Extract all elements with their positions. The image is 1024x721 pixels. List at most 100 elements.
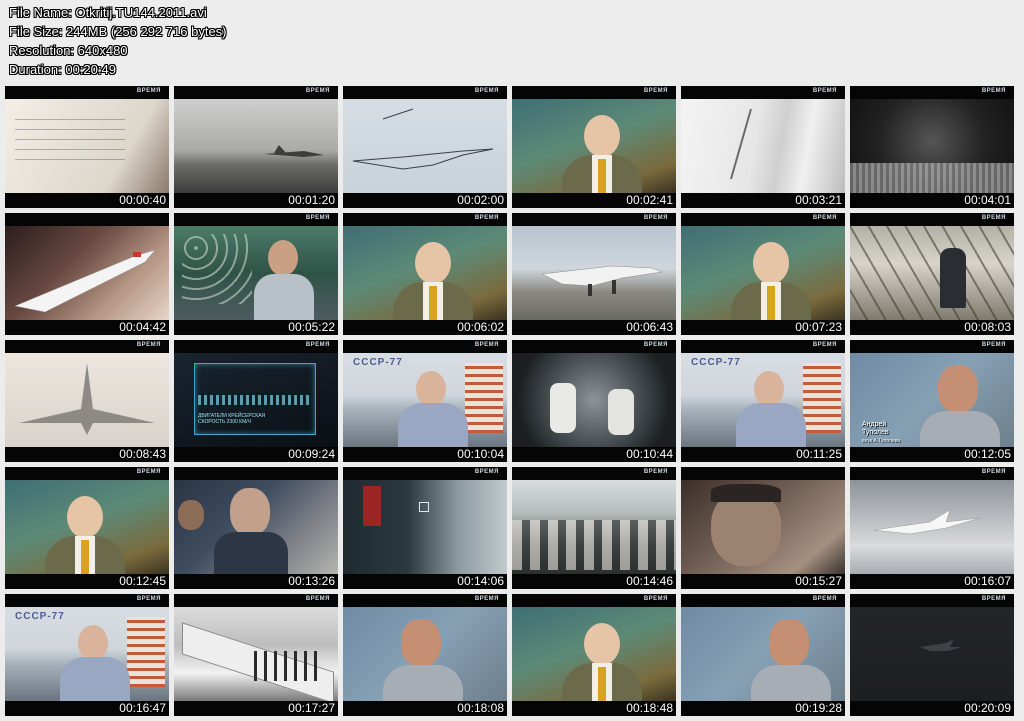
- thumbnail-15[interactable]: СССР-77 ВРЕМЯ 00:10:04: [343, 340, 507, 462]
- thumbnail-30[interactable]: ВРЕМЯ 00:20:09: [850, 594, 1014, 716]
- channel-logo: ВРЕМЯ: [305, 88, 330, 94]
- aircraft-sketch: [352, 108, 494, 170]
- timestamp: 00:18:48: [626, 701, 673, 715]
- channel-logo: ВРЕМЯ: [981, 88, 1006, 94]
- thumbnail-27[interactable]: ВРЕМЯ 00:18:08: [343, 594, 507, 716]
- thumbnail-14[interactable]: ДВИГАТЕЛИ КРЕЙСЕРСКАЯ СКОРОСТЬ 2300 КМ/Ч…: [174, 340, 338, 462]
- timestamp: 00:10:04: [457, 447, 504, 461]
- caption-subtitle: внук А.Туполева: [862, 438, 900, 444]
- frame-image: [174, 480, 338, 574]
- frame-image: [681, 480, 845, 574]
- thumbnail-11[interactable]: ВРЕМЯ 00:07:23: [681, 213, 845, 335]
- interviewee-figure: [393, 236, 473, 320]
- timestamp: 00:14:46: [626, 574, 673, 588]
- frame-image: [512, 99, 676, 193]
- frame-image: [343, 480, 507, 574]
- channel-logo: ВРЕМЯ: [643, 469, 668, 475]
- thumbnail-28[interactable]: ВРЕМЯ 00:18:48: [512, 594, 676, 716]
- thumbnail-4[interactable]: ВРЕМЯ 00:02:41: [512, 86, 676, 208]
- timestamp: 00:14:06: [457, 574, 504, 588]
- timestamp: 00:07:23: [795, 320, 842, 334]
- channel-logo: ВРЕМЯ: [812, 342, 837, 348]
- frame-image: [512, 480, 676, 574]
- thumbnail-18[interactable]: Андрей Туполев внук А.Туполева ВРЕМЯ 00:…: [850, 340, 1014, 462]
- thumbnail-6[interactable]: ВРЕМЯ 00:04:01: [850, 86, 1014, 208]
- thumbnail-21[interactable]: ВРЕМЯ 00:14:06: [343, 467, 507, 589]
- frame-image: [5, 480, 169, 574]
- channel-logo: ВРЕМЯ: [474, 596, 499, 602]
- frame-image: [5, 99, 169, 193]
- timestamp: 00:06:02: [457, 320, 504, 334]
- thumbnail-22[interactable]: ВРЕМЯ 00:14:46: [512, 467, 676, 589]
- channel-logo: ВРЕМЯ: [136, 596, 161, 602]
- timestamp: 00:15:27: [795, 574, 842, 588]
- aircraft-silhouette: [920, 639, 962, 651]
- aircraft-landing: [541, 265, 663, 296]
- thumbnail-16[interactable]: ВРЕМЯ 00:10:44: [512, 340, 676, 462]
- thumbnail-1[interactable]: ВРЕМЯ 00:00:40: [5, 86, 169, 208]
- frame-image: [343, 99, 507, 193]
- thumbnail-12[interactable]: ВРЕМЯ 00:08:03: [850, 213, 1014, 335]
- thumbnail-13[interactable]: ВРЕМЯ 00:08:43: [5, 340, 169, 462]
- timestamp: 00:10:44: [626, 447, 673, 461]
- thumbnail-25[interactable]: СССР-77 ВРЕМЯ 00:16:47: [5, 594, 169, 716]
- thumbnail-grid: ВРЕМЯ 00:00:40 ВРЕМЯ 00:01:20 ВРЕМЯ 00:0…: [0, 0, 1024, 721]
- name-caption: Андрей Туполев внук А.Туполева: [862, 421, 912, 445]
- channel-logo: ВРЕМЯ: [812, 215, 837, 221]
- thumbnail-24[interactable]: ВРЕМЯ 00:16:07: [850, 467, 1014, 589]
- channel-logo: ВРЕМЯ: [812, 88, 837, 94]
- timestamp: 00:17:27: [288, 701, 335, 715]
- timestamp: 00:19:28: [795, 701, 842, 715]
- frame-image: [5, 226, 169, 320]
- channel-logo: ВРЕМЯ: [981, 342, 1006, 348]
- frame-image: [850, 99, 1014, 193]
- interviewee-figure: [731, 236, 811, 320]
- aircraft-marking: СССР-77: [691, 357, 741, 368]
- timestamp: 00:06:43: [626, 320, 673, 334]
- channel-logo: ВРЕМЯ: [305, 215, 330, 221]
- channel-logo: ВРЕМЯ: [643, 596, 668, 602]
- thumbnail-5[interactable]: ВРЕМЯ 00:03:21: [681, 86, 845, 208]
- timestamp: 00:00:40: [119, 193, 166, 207]
- interviewee-figure: [45, 490, 125, 574]
- timestamp: 00:04:01: [964, 193, 1011, 207]
- frame-image: СССР-77: [681, 353, 845, 447]
- channel-logo: ВРЕМЯ: [981, 596, 1006, 602]
- thumbnail-17[interactable]: СССР-77 ВРЕМЯ 00:11:25: [681, 340, 845, 462]
- timestamp: 00:13:26: [288, 574, 335, 588]
- aircraft-in-flight: [873, 509, 981, 535]
- channel-logo: ВРЕМЯ: [643, 215, 668, 221]
- aircraft-silhouette: [264, 145, 324, 157]
- thumbnail-7[interactable]: 00:04:42: [5, 213, 169, 335]
- aircraft-marking: СССР-77: [353, 357, 403, 368]
- channel-logo: ВРЕМЯ: [474, 469, 499, 475]
- frame-image: [512, 607, 676, 701]
- thumbnail-19[interactable]: ВРЕМЯ 00:12:45: [5, 467, 169, 589]
- timestamp: 00:08:03: [964, 320, 1011, 334]
- thumbnail-23[interactable]: 00:15:27: [681, 467, 845, 589]
- timestamp: 00:11:25: [796, 447, 842, 461]
- thumbnail-8[interactable]: ВРЕМЯ 00:05:22: [174, 213, 338, 335]
- thumbnail-20[interactable]: 00:13:26: [174, 467, 338, 589]
- channel-logo: ВРЕМЯ: [812, 596, 837, 602]
- timestamp: 00:03:21: [795, 193, 842, 207]
- channel-logo: ВРЕМЯ: [643, 342, 668, 348]
- frame-image: Андрей Туполев внук А.Туполева: [850, 353, 1014, 447]
- timestamp: 00:18:08: [457, 701, 504, 715]
- thumbnail-29[interactable]: ВРЕМЯ 00:19:28: [681, 594, 845, 716]
- thumbnail-26[interactable]: ВРЕМЯ 00:17:27: [174, 594, 338, 716]
- frame-image: [343, 607, 507, 701]
- thumbnail-3[interactable]: ВРЕМЯ 00:02:00: [343, 86, 507, 208]
- timestamp: 00:16:07: [964, 574, 1011, 588]
- thumbnail-9[interactable]: ВРЕМЯ 00:06:02: [343, 213, 507, 335]
- thumbnail-2[interactable]: ВРЕМЯ 00:01:20: [174, 86, 338, 208]
- frame-image: [5, 353, 169, 447]
- thumbnail-10[interactable]: ВРЕМЯ 00:06:43: [512, 213, 676, 335]
- channel-logo: ВРЕМЯ: [981, 215, 1006, 221]
- frame-image: СССР-77: [343, 353, 507, 447]
- frame-image: [174, 226, 338, 320]
- frame-image: [681, 226, 845, 320]
- ui-panel-text: ДВИГАТЕЛИ КРЕЙСЕРСКАЯ СКОРОСТЬ 2300 КМ/Ч: [198, 413, 266, 425]
- frame-image: [850, 226, 1014, 320]
- channel-logo: ВРЕМЯ: [136, 88, 161, 94]
